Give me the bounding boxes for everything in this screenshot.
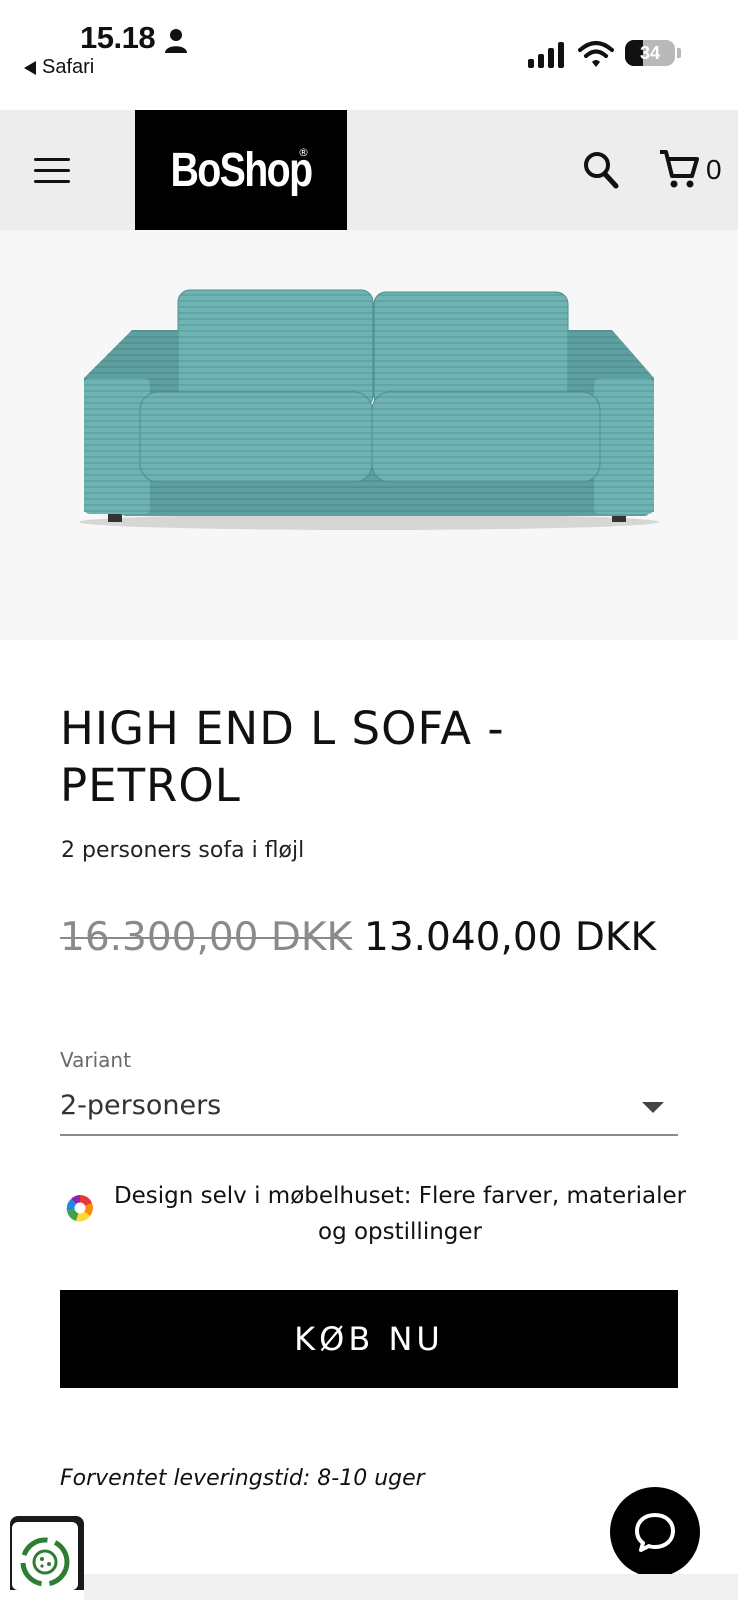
design-note-text: Design selv i møbelhuset: Flere farver, … <box>113 1183 687 1245</box>
chat-icon <box>635 1513 675 1552</box>
back-to-app-link[interactable]: Safari <box>24 56 94 79</box>
battery-level: 34 <box>639 43 661 63</box>
back-app-label: Safari <box>42 56 95 78</box>
person-icon <box>165 29 187 53</box>
status-bar: 15.18 Safari 34 <box>0 0 738 110</box>
product-image[interactable] <box>0 230 738 640</box>
caret-down-icon <box>642 1102 664 1113</box>
battery-tip <box>677 48 681 58</box>
chat-button[interactable] <box>610 1487 700 1577</box>
logo-text: BoShop <box>170 143 313 197</box>
product-title: HIGH END L SOFA - PETROL <box>60 702 505 812</box>
logo-registered-mark: ® <box>298 146 309 159</box>
eco-badge[interactable] <box>10 1516 84 1590</box>
bottom-bar <box>84 1574 738 1600</box>
product-subtitle: 2 personers sofa i fløjl <box>61 838 305 863</box>
sale-price: 13.040,00 DKK <box>364 915 657 960</box>
signal-icon <box>528 42 564 68</box>
sofa-image <box>79 289 659 530</box>
eco-badge-icon <box>20 1537 70 1587</box>
wifi-icon <box>578 41 614 67</box>
cart-icon[interactable] <box>658 148 700 190</box>
boshop-logo[interactable]: BoShop ® <box>135 110 347 230</box>
site-header: BoShop ® 0 <box>0 110 738 230</box>
status-time: 15.18 <box>80 20 156 55</box>
cart-count: 0 <box>706 154 722 185</box>
delivery-time: Forventet leveringstid: 8-10 uger <box>60 1466 425 1491</box>
buy-now-button[interactable]: KØB NU <box>60 1290 678 1388</box>
menu-icon[interactable] <box>34 156 70 184</box>
search-icon[interactable] <box>582 150 620 190</box>
variant-select[interactable]: 2-personers <box>60 1084 678 1136</box>
original-price: 16.300,00 DKK <box>60 915 353 960</box>
variant-label: Variant <box>60 1048 131 1072</box>
variant-value: 2-personers <box>60 1090 222 1121</box>
color-wheel-icon <box>66 1195 93 1222</box>
back-arrow-icon <box>24 60 36 75</box>
battery-indicator: 34 <box>625 40 675 66</box>
